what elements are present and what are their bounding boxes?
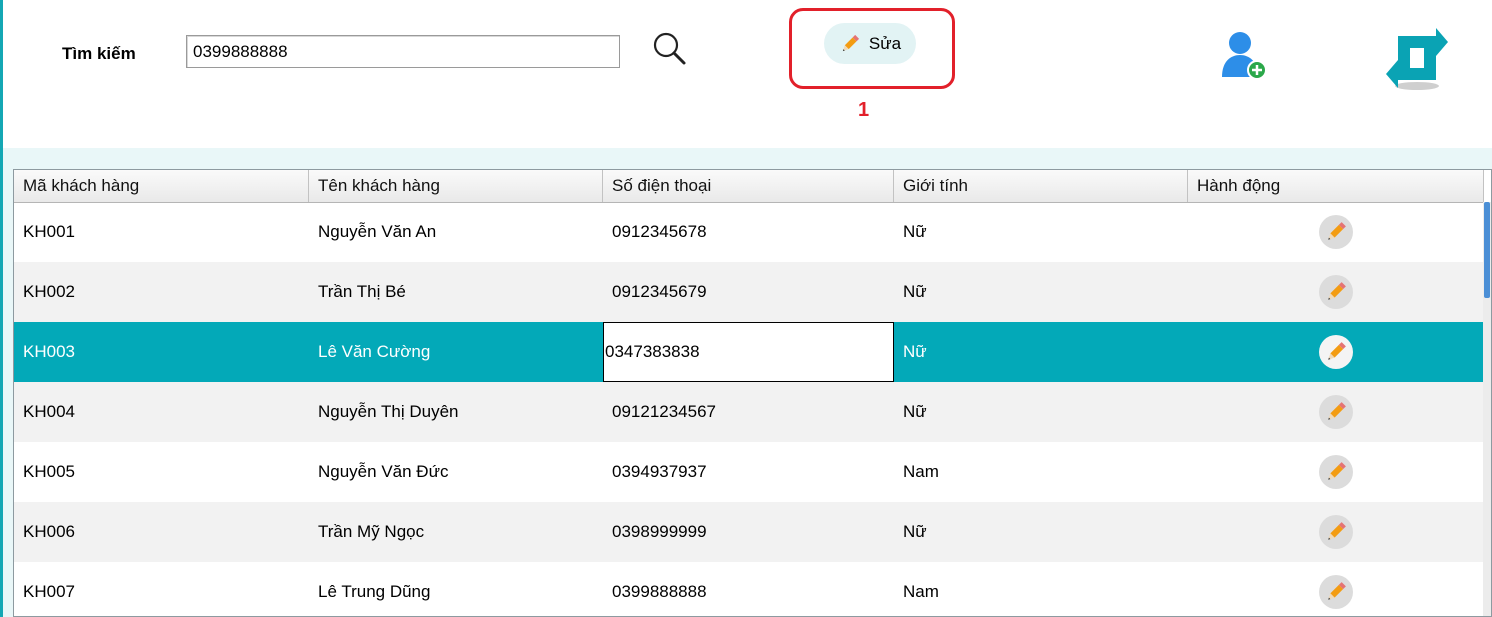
cell-gender[interactable]: Nam [894,562,1188,616]
search-label: Tìm kiếm [62,44,136,63]
cell-name[interactable]: Nguyễn Văn An [309,202,603,262]
cell-action [1188,322,1484,382]
cell-gender[interactable]: Nữ [894,322,1188,382]
edit-button-label: Sửa [868,33,902,53]
cell-phone[interactable]: 0399888888 [603,562,894,616]
row-edit-button[interactable] [1319,335,1353,369]
column-header-action[interactable]: Hành động [1188,170,1484,202]
table-row[interactable]: KH004 Nguyễn Thị Duyên 09121234567 Nữ [14,382,1484,442]
row-edit-button[interactable] [1319,215,1353,249]
cell-id[interactable]: KH005 [14,442,309,502]
cell-gender[interactable]: Nữ [894,202,1188,262]
row-edit-button[interactable] [1319,395,1353,429]
cell-action [1188,382,1484,442]
row-edit-button[interactable] [1319,275,1353,309]
edit-button[interactable]: Sửa [824,23,916,64]
cell-phone[interactable]: 0912345679 [603,262,894,322]
column-header-phone[interactable]: Số điện thoại [603,170,894,202]
cell-id[interactable]: KH003 [14,322,309,382]
vertical-scrollbar[interactable] [1483,202,1491,616]
pencil-icon [1328,282,1346,300]
cell-id[interactable]: KH006 [14,502,309,562]
cell-id[interactable]: KH004 [14,382,309,442]
annotation-number: 1 [858,99,870,121]
table-row[interactable]: KH006 Trần Mỹ Ngọc 0398999999 Nữ [14,502,1484,562]
cell-name[interactable]: Trần Mỹ Ngọc [309,502,603,562]
cell-id[interactable]: KH001 [14,202,309,262]
cell-gender[interactable]: Nữ [894,502,1188,562]
cell-name[interactable]: Trần Thị Bé [309,262,603,322]
row-edit-button[interactable] [1319,455,1353,489]
table-row[interactable]: KH002 Trần Thị Bé 0912345679 Nữ [14,262,1484,322]
cell-action [1188,262,1484,322]
cell-action [1188,442,1484,502]
table-body: KH001 Nguyễn Văn An 0912345678 Nữ KH002 … [14,202,1484,616]
column-header-gender[interactable]: Giới tính [894,170,1188,202]
cell-phone[interactable]: 0912345678 [603,202,894,262]
table-row-selected[interactable]: KH003 Lê Văn Cường 0347383838 Nữ [14,322,1484,382]
cell-gender[interactable]: Nam [894,442,1188,502]
add-user-icon[interactable] [1219,29,1269,83]
cell-action [1188,502,1484,562]
cell-phone[interactable]: 0394937937 [603,442,894,502]
pencil-icon [842,34,859,51]
cell-action [1188,562,1484,616]
search-icon[interactable] [650,29,690,69]
cell-name[interactable]: Lê Văn Cường [309,322,603,382]
table-row[interactable]: KH001 Nguyễn Văn An 0912345678 Nữ [14,202,1484,262]
cell-action [1188,202,1484,262]
pencil-icon [1328,342,1346,360]
scrollbar-thumb[interactable] [1484,202,1490,298]
refresh-icon[interactable] [1384,24,1450,92]
pencil-icon [1328,462,1346,480]
cell-phone[interactable]: 0398999999 [603,502,894,562]
table-header: Mã khách hàng Tên khách hàng Số điện tho… [14,170,1484,203]
pencil-icon [1328,522,1346,540]
pencil-icon [1328,582,1346,600]
column-header-id[interactable]: Mã khách hàng [14,170,309,202]
column-header-name[interactable]: Tên khách hàng [309,170,603,202]
cell-name[interactable]: Nguyễn Thị Duyên [309,382,603,442]
row-edit-button[interactable] [1319,575,1353,609]
table-row[interactable]: KH005 Nguyễn Văn Đức 0394937937 Nam [14,442,1484,502]
pencil-icon [1328,222,1346,240]
cell-name[interactable]: Lê Trung Dũng [309,562,603,616]
table-row[interactable]: KH007 Lê Trung Dũng 0399888888 Nam [14,562,1484,616]
row-edit-button[interactable] [1319,515,1353,549]
cell-phone[interactable]: 09121234567 [603,382,894,442]
cell-phone-editor[interactable]: 0347383838 [603,322,894,382]
pencil-icon [1328,402,1346,420]
customer-table: Mã khách hàng Tên khách hàng Số điện tho… [13,169,1492,617]
cell-gender[interactable]: Nữ [894,382,1188,442]
cell-name[interactable]: Nguyễn Văn Đức [309,442,603,502]
cell-id[interactable]: KH002 [14,262,309,322]
cell-id[interactable]: KH007 [14,562,309,616]
cell-gender[interactable]: Nữ [894,262,1188,322]
search-input[interactable] [186,35,620,68]
